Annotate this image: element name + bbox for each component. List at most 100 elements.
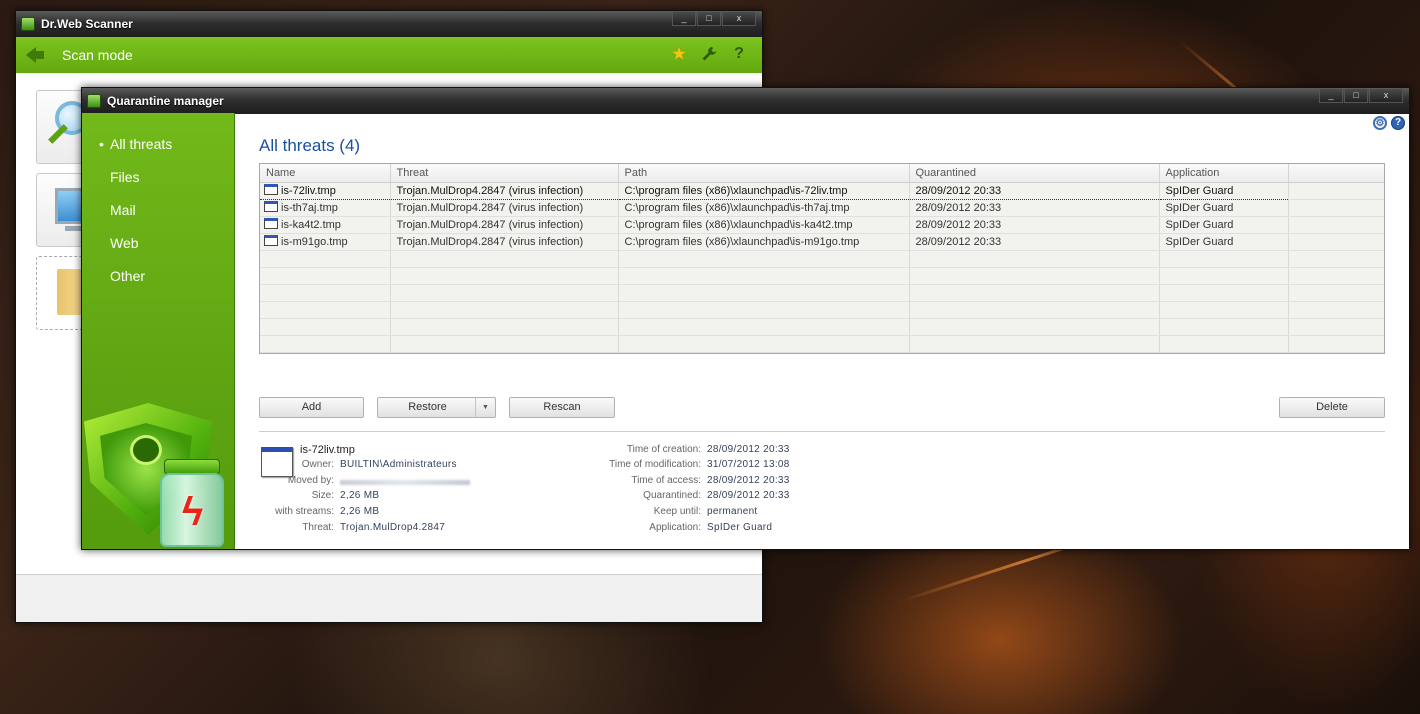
empty-row — [260, 318, 1384, 336]
file-icon — [264, 184, 278, 195]
quarantine-window-title: Quarantine manager — [107, 94, 224, 108]
settings-icon[interactable]: ⚙ — [1373, 116, 1387, 130]
restore-button[interactable]: Restore ▼ — [377, 397, 496, 418]
threats-table: Name Threat Path Quarantined Application… — [259, 163, 1385, 354]
sidebar-item-mail[interactable]: Mail — [82, 201, 234, 234]
page-title: All threats (4) — [259, 136, 361, 155]
cell-application: SpIDer Guard — [1159, 199, 1289, 217]
table-row[interactable]: is-72liv.tmp Trojan.MulDrop4.2847 (virus… — [260, 181, 1384, 200]
add-button[interactable]: Add — [259, 397, 364, 418]
cell-application: SpIDer Guard — [1159, 216, 1289, 234]
empty-row — [260, 284, 1384, 302]
cell-filler — [1288, 233, 1384, 251]
table-row[interactable]: is-th7aj.tmp Trojan.MulDrop4.2847 (virus… — [260, 199, 1384, 217]
detail-key: Time of access: — [631, 475, 701, 486]
detail-value: SpIDer Guard — [707, 522, 773, 533]
maximize-button[interactable]: □ — [697, 12, 721, 26]
table-row[interactable]: is-m91go.tmp Trojan.MulDrop4.2847 (virus… — [260, 233, 1384, 251]
column-header-application[interactable]: Application — [1159, 164, 1289, 183]
detail-value: Trojan.MulDrop4.2847 — [340, 522, 446, 533]
star-icon[interactable]: ★ — [670, 45, 688, 63]
cell-path: C:\program files (x86)\xlaunchpad\is-th7… — [618, 199, 910, 217]
scanner-titlebar[interactable]: Dr.Web Scanner _ □ x — [16, 11, 762, 37]
cell-application: SpIDer Guard — [1159, 233, 1289, 251]
help-icon[interactable]: ? — [730, 45, 748, 63]
column-header-path[interactable]: Path — [618, 164, 910, 183]
table-header-row: Name Threat Path Quarantined Application — [260, 164, 1384, 183]
cell-filler — [1288, 216, 1384, 234]
column-header-quarantined[interactable]: Quarantined — [909, 164, 1160, 183]
detail-value: 28/09/2012 20:33 — [707, 444, 790, 455]
detail-time-of-modification: Time of modification: 31/07/2012 13:08 — [577, 459, 790, 473]
lightning-icon: ϟ — [182, 490, 204, 534]
scanner-window-title: Dr.Web Scanner — [41, 17, 133, 31]
minimize-button[interactable]: _ — [672, 12, 696, 26]
detail-key: with streams: — [275, 506, 334, 517]
scan-mode-label: Scan mode — [62, 47, 133, 63]
wrench-icon[interactable] — [700, 45, 718, 63]
cell-filler — [1288, 199, 1384, 217]
maximize-button[interactable]: □ — [1344, 89, 1368, 103]
sidebar-item-web[interactable]: Web — [82, 234, 234, 267]
detail-key: Application: — [649, 522, 701, 533]
cell-path: C:\program files (x86)\xlaunchpad\is-m91… — [618, 233, 910, 251]
detail-value: 28/09/2012 20:33 — [707, 490, 790, 501]
file-name: is-ka4t2.tmp — [281, 219, 341, 231]
quarantine-titlebar[interactable]: Quarantine manager _ □ x — [82, 88, 1409, 114]
cell-quarantined: 28/09/2012 20:33 — [909, 233, 1160, 251]
detail-application: Application: SpIDer Guard — [577, 522, 772, 536]
detail-value: BUILTIN\Administrateurs — [340, 459, 457, 470]
redacted-value — [340, 480, 470, 485]
table-row[interactable]: is-ka4t2.tmp Trojan.MulDrop4.2847 (virus… — [260, 216, 1384, 234]
detail-keep-until: Keep until: permanent — [577, 506, 758, 520]
close-button[interactable]: x — [722, 12, 756, 26]
scanner-status-area — [16, 574, 762, 622]
detail-value: 28/09/2012 20:33 — [707, 475, 790, 486]
close-button[interactable]: x — [1369, 89, 1403, 103]
cell-filler — [1288, 182, 1384, 200]
back-arrow-stem — [36, 51, 44, 59]
column-header-name[interactable]: Name — [260, 164, 391, 183]
detail-value: permanent — [707, 506, 758, 517]
detail-value: 31/07/2012 13:08 — [707, 459, 790, 470]
detail-size: Size: 2,26 MB — [235, 490, 379, 504]
cell-name: is-th7aj.tmp — [260, 199, 391, 217]
info-icon[interactable]: ? — [1391, 116, 1405, 130]
quarantine-content: All threats Files Mail Web Other ϟ ⚙ ? A… — [82, 113, 1409, 549]
quarantine-window: Quarantine manager _ □ x All threats Fil… — [81, 87, 1410, 550]
rescan-button[interactable]: Rescan — [509, 397, 615, 418]
back-arrow-icon[interactable] — [26, 47, 36, 63]
cell-quarantined: 28/09/2012 20:33 — [909, 216, 1160, 234]
restore-dropdown-arrow-icon[interactable]: ▼ — [475, 398, 495, 417]
cell-name: is-m91go.tmp — [260, 233, 391, 251]
detail-moved-by: Moved by: — [235, 475, 470, 489]
file-name: is-th7aj.tmp — [281, 202, 338, 214]
minimize-button[interactable]: _ — [1319, 89, 1343, 103]
sidebar-item-all-threats[interactable]: All threats — [82, 135, 234, 168]
cell-application: SpIDer Guard — [1159, 181, 1289, 200]
cell-quarantined: 28/09/2012 20:33 — [909, 199, 1160, 217]
cell-threat: Trojan.MulDrop4.2847 (virus infection) — [390, 233, 619, 251]
column-header-threat[interactable]: Threat — [390, 164, 619, 183]
detail-filename: is-72liv.tmp — [300, 444, 355, 456]
delete-button[interactable]: Delete — [1279, 397, 1385, 418]
sidebar-item-other[interactable]: Other — [82, 267, 234, 300]
file-icon — [264, 235, 278, 246]
detail-quarantined: Quarantined: 28/09/2012 20:33 — [577, 490, 790, 504]
detail-threat: Threat: Trojan.MulDrop4.2847 — [235, 522, 445, 536]
cell-name: is-ka4t2.tmp — [260, 216, 391, 234]
detail-key: Keep until: — [653, 506, 701, 517]
header-icons: ⚙ ? — [1373, 116, 1405, 130]
cell-path: C:\program files (x86)\xlaunchpad\is-ka4… — [618, 216, 910, 234]
quarantine-app-icon — [87, 94, 101, 108]
sidebar-item-files[interactable]: Files — [82, 168, 234, 201]
main-panel: ⚙ ? All threats (4) Name Threat Path Qua… — [235, 113, 1409, 549]
empty-row — [260, 301, 1384, 319]
window-controls: _ □ x — [672, 12, 756, 26]
cell-path: C:\program files (x86)\xlaunchpad\is-72l… — [618, 181, 910, 200]
cell-threat: Trojan.MulDrop4.2847 (virus infection) — [390, 199, 619, 217]
detail-owner: Owner: BUILTIN\Administrateurs — [235, 459, 457, 473]
column-header-filler — [1288, 164, 1384, 183]
file-icon — [264, 201, 278, 212]
scanner-toolbar: Scan mode ★ ? — [16, 37, 762, 73]
